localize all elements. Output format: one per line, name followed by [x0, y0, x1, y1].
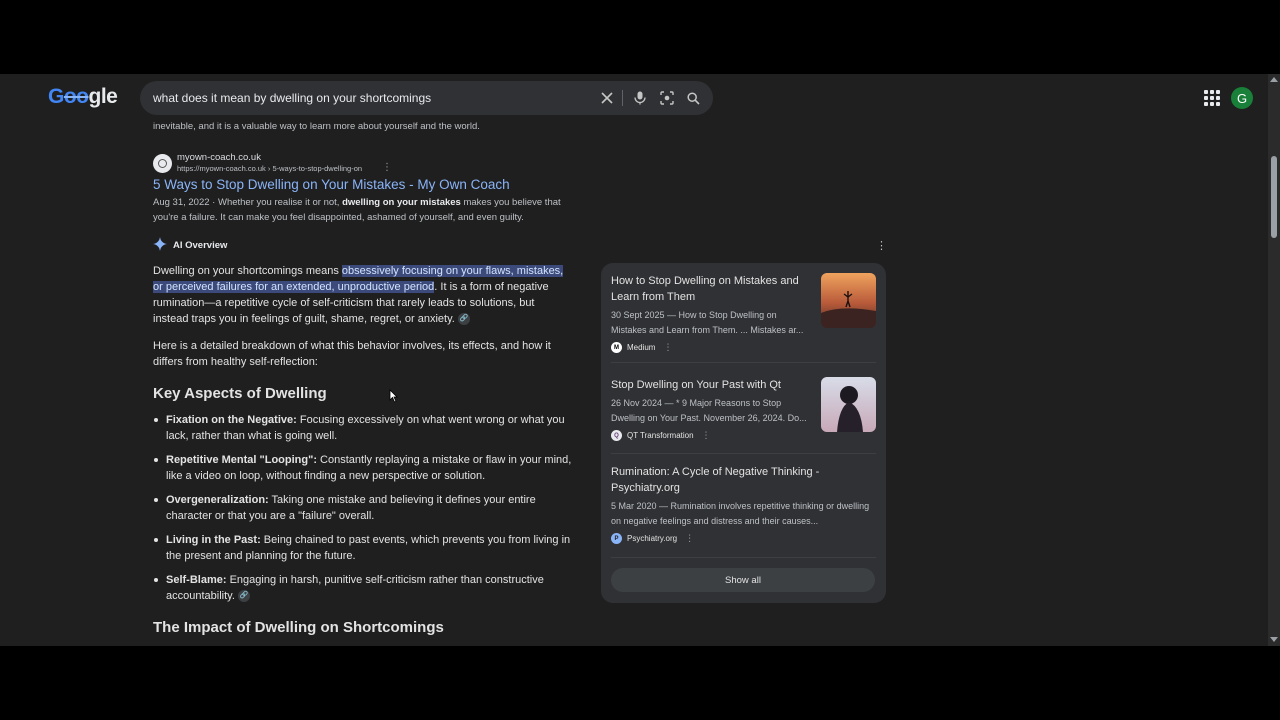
search-bar [140, 81, 713, 115]
bullet-term: Living in the Past: [166, 534, 261, 546]
source-card-qt[interactable]: Stop Dwelling on Your Past with Qt 26 No… [611, 377, 876, 441]
source-thumbnail-image[interactable] [821, 273, 876, 328]
link-icon[interactable]: 🔗 [457, 313, 470, 326]
apps-grid-icon[interactable] [1204, 90, 1220, 106]
source-snippet: 30 Sept 2025 — How to Stop Dwelling on M… [611, 310, 804, 335]
heading-impact: The Impact of Dwelling on Shortcomings [153, 619, 444, 636]
divider [611, 557, 876, 558]
site-favicon-icon[interactable] [153, 154, 172, 173]
source-snippet: 26 Nov 2024 — * 9 Major Reasons to Stop … [611, 398, 807, 423]
scrollbar-thumb[interactable] [1271, 156, 1277, 238]
bullet-term: Overgeneralization: [166, 494, 269, 506]
mouse-cursor-icon [389, 389, 398, 408]
search-input[interactable] [153, 81, 593, 115]
result-snippet-bold: dwelling on your mistakes [342, 197, 461, 208]
source-snippet: 5 Mar 2020 — Rumination involves repetit… [611, 501, 870, 526]
search-divider [622, 90, 623, 106]
list-item: Living in the Past: Being chained to pas… [153, 532, 573, 564]
list-item: Repetitive Mental "Looping": Constantly … [153, 452, 573, 484]
lens-icon[interactable] [658, 89, 676, 107]
bullet-term: Fixation on the Negative: [166, 414, 297, 426]
link-icon[interactable]: 🔗 [237, 590, 250, 603]
ai-overview-label: AI Overview [173, 240, 228, 251]
source-card-medium[interactable]: How to Stop Dwelling on Mistakes and Lea… [611, 273, 876, 353]
google-logo[interactable]: Google [48, 85, 118, 109]
ai-overview-paragraph-2: Here is a detailed breakdown of what thi… [153, 340, 551, 368]
source-title[interactable]: Rumination: A Cycle of Negative Thinking… [611, 464, 851, 496]
result-title-link[interactable]: 5 Ways to Stop Dwelling on Your Mistakes… [153, 177, 510, 192]
result-url[interactable]: https://myown-coach.co.uk › 5-ways-to-st… [177, 164, 362, 173]
psychiatry-logo-icon: P [611, 533, 622, 544]
result-more-icon[interactable]: ⋮ [382, 162, 392, 173]
browser-viewport: Google G inevitable, and it is a valuabl… [0, 74, 1280, 646]
list-item: Fixation on the Negative: Focusing exces… [153, 412, 573, 444]
source-title[interactable]: Stop Dwelling on Your Past with Qt [611, 377, 811, 393]
source-name[interactable]: Medium [627, 343, 655, 352]
search-icon[interactable] [684, 89, 702, 107]
result-date: Aug 31, 2022 [153, 197, 210, 208]
divider [611, 362, 876, 363]
source-name[interactable]: Psychiatry.org [627, 534, 677, 543]
qt-logo-icon: Q [611, 430, 622, 441]
previous-result-snippet: inevitable, and it is a valuable way to … [153, 121, 480, 132]
source-more-icon[interactable]: ⋮ [663, 342, 672, 353]
source-title[interactable]: How to Stop Dwelling on Mistakes and Lea… [611, 273, 811, 305]
source-card-psychiatry[interactable]: Rumination: A Cycle of Negative Thinking… [611, 464, 876, 544]
source-more-icon[interactable]: ⋮ [685, 533, 694, 544]
list-item: Overgeneralization: Taking one mistake a… [153, 492, 573, 524]
result-site-name[interactable]: myown-coach.co.uk [177, 152, 261, 163]
bullet-term: Repetitive Mental "Looping": [166, 454, 317, 466]
medium-logo-icon: M [611, 342, 622, 353]
key-aspects-list: Fixation on the Negative: Focusing exces… [153, 412, 573, 612]
result-snippet-pre: · Whether you realise it or not, [209, 197, 343, 208]
list-item: Self-Blame: Engaging in harsh, punitive … [153, 572, 573, 604]
scroll-down-icon[interactable] [1270, 637, 1278, 642]
source-more-icon[interactable]: ⋮ [702, 430, 711, 441]
microphone-icon[interactable] [631, 89, 649, 107]
clear-icon[interactable] [598, 89, 616, 107]
ai-overview-paragraph-1: Dwelling on your shortcomings means obse… [153, 263, 571, 327]
source-thumbnail-image[interactable] [821, 377, 876, 432]
sparkle-icon [153, 237, 167, 251]
show-all-button[interactable]: Show all [611, 568, 875, 592]
sources-panel: How to Stop Dwelling on Mistakes and Lea… [601, 263, 886, 603]
scroll-up-icon[interactable] [1270, 77, 1278, 82]
source-name[interactable]: QT Transformation [627, 431, 694, 440]
divider [611, 453, 876, 454]
bullet-term: Self-Blame: [166, 574, 227, 586]
heading-key-aspects: Key Aspects of Dwelling [153, 385, 327, 402]
result-snippet: Aug 31, 2022 · Whether you realise it or… [153, 195, 563, 225]
source-meta: M Medium ⋮ [611, 342, 876, 353]
source-meta: P Psychiatry.org ⋮ [611, 533, 876, 544]
ai-p1-pre: Dwelling on your shortcomings means [153, 265, 342, 277]
avatar[interactable]: G [1231, 87, 1253, 109]
ai-overview-more-icon[interactable]: ⋮ [876, 239, 887, 252]
